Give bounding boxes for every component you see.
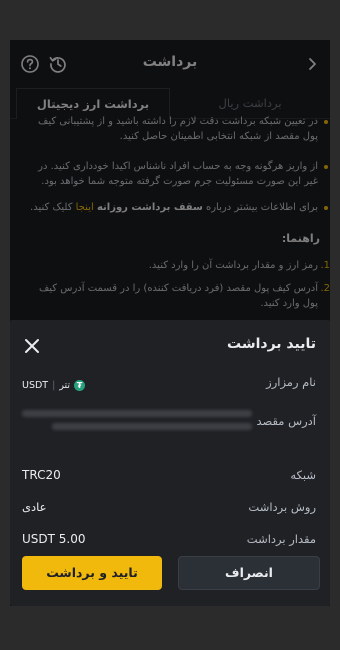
- network-value: TRC20: [22, 468, 61, 482]
- close-icon[interactable]: [22, 336, 42, 356]
- blur-line: [22, 410, 252, 417]
- address-value-blurred: [22, 406, 258, 432]
- method-row: روش برداشت عادی: [22, 500, 316, 520]
- amount-label: مقدار برداشت: [246, 532, 316, 546]
- amount-value: USDT 5.00: [22, 532, 86, 546]
- asset-row: نام رمزارز USDT | تتر ₮: [22, 375, 316, 395]
- confirm-withdraw-button[interactable]: تایید و برداشت: [22, 556, 162, 590]
- asset-label: نام رمزارز: [266, 375, 316, 389]
- sheet-title: تایید برداشت: [227, 336, 316, 352]
- method-label: روش برداشت: [248, 500, 316, 514]
- address-row: آدرس مقصد: [22, 406, 316, 436]
- network-label: شبکه: [290, 468, 316, 482]
- tether-coin-icon: ₮: [74, 379, 86, 391]
- address-label: آدرس مقصد: [256, 414, 316, 428]
- blur-line: [52, 423, 252, 430]
- separator: |: [52, 379, 56, 391]
- app-screen: برداشت برداشت ریال برداشت ارز دیجیتال در…: [10, 40, 330, 606]
- asset-symbol: USDT: [22, 379, 49, 391]
- network-row: شبکه TRC20: [22, 468, 316, 488]
- method-value: عادی: [22, 500, 47, 514]
- asset-value: USDT | تتر ₮: [22, 377, 86, 393]
- cancel-button[interactable]: انصراف: [178, 556, 320, 590]
- confirm-withdrawal-sheet: تایید برداشت نام رمزارز USDT | تتر ₮ آدر…: [10, 320, 330, 606]
- amount-row: مقدار برداشت USDT 5.00: [22, 532, 316, 552]
- asset-name: تتر: [59, 379, 71, 391]
